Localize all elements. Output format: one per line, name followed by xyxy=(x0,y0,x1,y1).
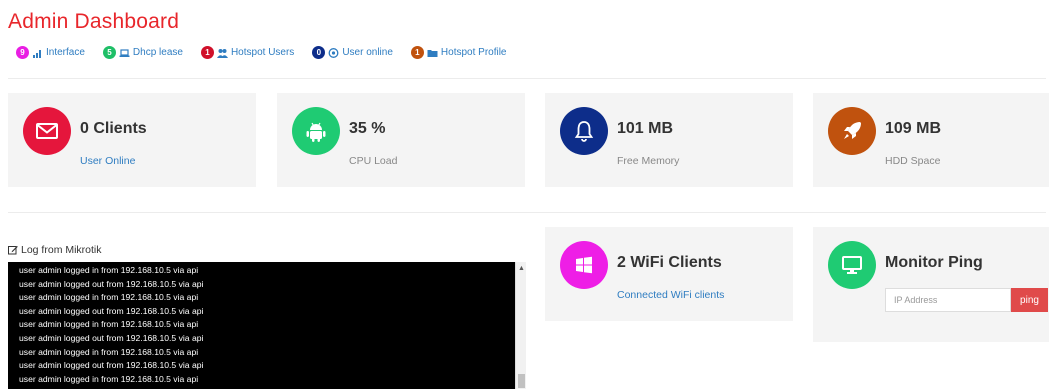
quicklink-label: Hotspot Profile xyxy=(440,47,507,58)
memory-card: 101 MB Free Memory xyxy=(545,93,793,187)
clients-icon-circle xyxy=(23,107,71,155)
monitor-ping-card: Monitor Ping ping xyxy=(813,227,1049,342)
log-line: user admin logged out from 192.168.10.5 … xyxy=(19,278,204,289)
hdd-icon-circle xyxy=(828,107,876,155)
users-icon xyxy=(216,48,228,58)
memory-label: Free Memory xyxy=(617,155,680,167)
signal-icon xyxy=(32,48,43,58)
quicklink-label: User online xyxy=(342,47,393,58)
connected-wifi-clients-link[interactable]: Connected WiFi clients xyxy=(617,289,724,301)
header-divider xyxy=(8,78,1046,79)
section-divider xyxy=(8,212,1046,213)
hdd-label: HDD Space xyxy=(885,155,941,167)
interface-count-badge: 9 xyxy=(16,46,29,59)
log-line: user admin logged out from 192.168.10.5 … xyxy=(19,332,204,343)
clients-value: 0 Clients xyxy=(80,120,147,137)
memory-value: 101 MB xyxy=(617,120,674,137)
log-scrollbar[interactable]: ▲ xyxy=(515,262,526,389)
user-circle-icon xyxy=(328,47,339,58)
dhcp-count-badge: 5 xyxy=(102,46,116,59)
android-icon xyxy=(306,122,326,142)
monitor-icon xyxy=(842,256,862,274)
scroll-up-arrow-icon[interactable]: ▲ xyxy=(518,265,525,272)
envelope-icon xyxy=(36,123,58,139)
memory-icon-circle xyxy=(560,107,608,155)
laptop-icon xyxy=(119,48,130,58)
quicklink-dhcp-lease[interactable]: 5 Dhcp lease xyxy=(102,46,183,59)
monitor-ping-title: Monitor Ping xyxy=(885,254,983,271)
wifi-value: 2 WiFi Clients xyxy=(617,254,722,271)
log-console[interactable]: user admin logged in from 192.168.10.5 v… xyxy=(8,262,526,389)
log-title: Log from Mikrotik xyxy=(8,244,102,256)
log-line: user admin logged in from 192.168.10.5 v… xyxy=(19,292,199,303)
log-line: user admin logged out from 192.168.10.5 … xyxy=(19,305,204,316)
quicklink-label: Interface xyxy=(46,47,85,58)
log-lines: user admin logged in from 192.168.10.5 v… xyxy=(19,264,203,386)
cpu-card: 35 % CPU Load xyxy=(277,93,525,187)
bell-icon xyxy=(574,121,594,142)
user-online-count-badge: 0 xyxy=(312,46,326,59)
cpu-value: 35 % xyxy=(349,120,386,137)
hotspot-users-count-badge: 1 xyxy=(200,46,214,59)
hotspot-profile-count-badge: 1 xyxy=(410,46,424,59)
wifi-icon-circle xyxy=(560,241,608,289)
log-line: user admin logged in from 192.168.10.5 v… xyxy=(19,319,199,330)
ip-address-input[interactable] xyxy=(885,288,1011,312)
ping-icon-circle xyxy=(828,241,876,289)
quicklink-label: Hotspot Users xyxy=(230,47,295,58)
quicklink-interface[interactable]: 9 Interface xyxy=(16,46,85,59)
windows-icon xyxy=(576,256,592,274)
clients-card: 0 Clients User Online xyxy=(8,93,256,187)
quicklinks-bar: 9 Interface 5 Dhcp lease 1 Hotspot Users… xyxy=(16,46,525,59)
log-line: user admin logged in from 192.168.10.5 v… xyxy=(19,373,199,384)
ping-button[interactable]: ping xyxy=(1011,288,1048,312)
log-line: user admin logged out from 192.168.10.5 … xyxy=(19,360,204,371)
wifi-card: 2 WiFi Clients Connected WiFi clients xyxy=(545,227,793,321)
hdd-value: 109 MB xyxy=(885,120,942,137)
quicklink-hotspot-users[interactable]: 1 Hotspot Users xyxy=(200,46,295,59)
quicklink-hotspot-profile[interactable]: 1 Hotspot Profile xyxy=(410,46,507,59)
hdd-card: 109 MB HDD Space xyxy=(813,93,1049,187)
quicklink-user-online[interactable]: 0 User online xyxy=(312,46,393,59)
cpu-label: CPU Load xyxy=(349,155,398,167)
quicklink-label: Dhcp lease xyxy=(132,47,183,58)
rocket-icon xyxy=(844,122,861,139)
ping-form: ping xyxy=(885,288,1048,312)
log-title-text: Log from Mikrotik xyxy=(21,244,102,256)
folder-icon xyxy=(427,48,438,58)
cpu-icon-circle xyxy=(292,107,340,155)
page-title: Admin Dashboard xyxy=(8,10,180,33)
edit-icon xyxy=(8,246,18,255)
user-online-link[interactable]: User Online xyxy=(80,155,135,167)
log-line: user admin logged in from 192.168.10.5 v… xyxy=(19,265,199,275)
scroll-thumb[interactable] xyxy=(518,374,525,388)
log-line: user admin logged in from 192.168.10.5 v… xyxy=(19,346,199,357)
